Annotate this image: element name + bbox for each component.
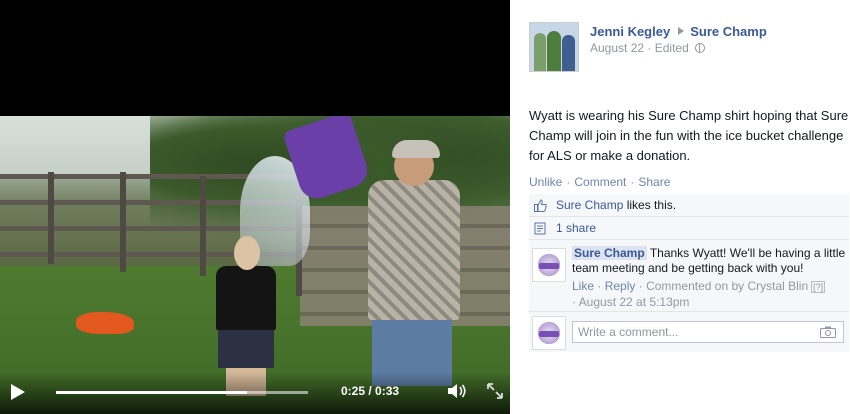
comment-time[interactable]: August 22 at 5:13pm [579, 295, 690, 309]
viewer-avatar [532, 316, 566, 350]
camera-icon[interactable] [820, 326, 836, 338]
progress-bar[interactable] [56, 391, 308, 394]
comment-separator: · [597, 279, 602, 293]
boy-figure [212, 236, 278, 396]
man-figure [368, 140, 460, 386]
comment-like-link[interactable]: Like [572, 279, 594, 293]
comment-item: Sure Champ Thanks Wyatt! We'll be having… [529, 240, 849, 312]
commenter-avatar[interactable] [532, 248, 566, 282]
arrow-right-icon [678, 27, 685, 35]
play-icon[interactable] [11, 384, 25, 400]
share-icon [534, 222, 546, 235]
video-player[interactable]: 0:25 / 0:33 [0, 0, 510, 414]
comment-link[interactable]: Comment [574, 175, 626, 189]
info-icon[interactable]: [?] [811, 281, 826, 293]
liker-name[interactable]: Sure Champ [556, 198, 623, 212]
post-actions: Unlike · Comment · Share [529, 175, 670, 189]
progress-fill [56, 391, 248, 394]
likes-suffix: likes this. [626, 198, 677, 212]
post-panel: Jenni Kegley Sure Champ August 22 · Edite… [510, 0, 850, 414]
meta-separator: · [647, 41, 652, 55]
post-meta: August 22 · Edited [590, 41, 706, 55]
feedback-box: Sure Champ likes this. 1 share Sure Cham… [529, 194, 849, 352]
shares-count[interactable]: 1 share [556, 221, 596, 235]
likes-row: Sure Champ likes this. [529, 194, 849, 217]
globe-icon[interactable] [695, 43, 706, 53]
orange-cloth [76, 312, 134, 334]
comment-separator: · [572, 295, 576, 309]
post-header: Jenni Kegley Sure Champ [590, 24, 767, 39]
post-date[interactable]: August 22 [590, 41, 644, 55]
commented-by-label: Commented on by Crystal Blin [646, 279, 809, 293]
post-text: Wyatt is wearing his Sure Champ shirt ho… [529, 108, 849, 163]
comment-separator: · [638, 279, 643, 293]
fence-post [200, 176, 206, 276]
write-comment-row [529, 312, 849, 352]
fence-post [48, 172, 54, 264]
author-name[interactable]: Jenni Kegley [590, 24, 670, 39]
action-separator: · [630, 175, 635, 189]
comment-input[interactable] [572, 321, 844, 343]
comment-actions: Like · Reply · Commented on by Crystal B… [572, 279, 847, 310]
comment-reply-link[interactable]: Reply [605, 279, 636, 293]
commenter-name[interactable]: Sure Champ [572, 246, 647, 260]
share-link[interactable]: Share [638, 175, 670, 189]
volume-icon[interactable] [446, 382, 468, 400]
comment-body: Sure Champ Thanks Wyatt! We'll be having… [572, 246, 847, 276]
thumbs-up-icon [534, 199, 547, 212]
target-page-name[interactable]: Sure Champ [690, 24, 767, 39]
shares-row: 1 share [529, 217, 849, 240]
unlike-link[interactable]: Unlike [529, 175, 562, 189]
fence-post [120, 172, 126, 272]
fullscreen-icon[interactable] [486, 382, 504, 400]
author-avatar[interactable] [529, 22, 579, 72]
time-display: 0:25 / 0:33 [341, 384, 400, 398]
edited-label[interactable]: Edited [655, 41, 689, 55]
action-separator: · [566, 175, 571, 189]
video-controls: 0:25 / 0:33 [0, 372, 510, 414]
video-frame[interactable] [0, 116, 510, 414]
